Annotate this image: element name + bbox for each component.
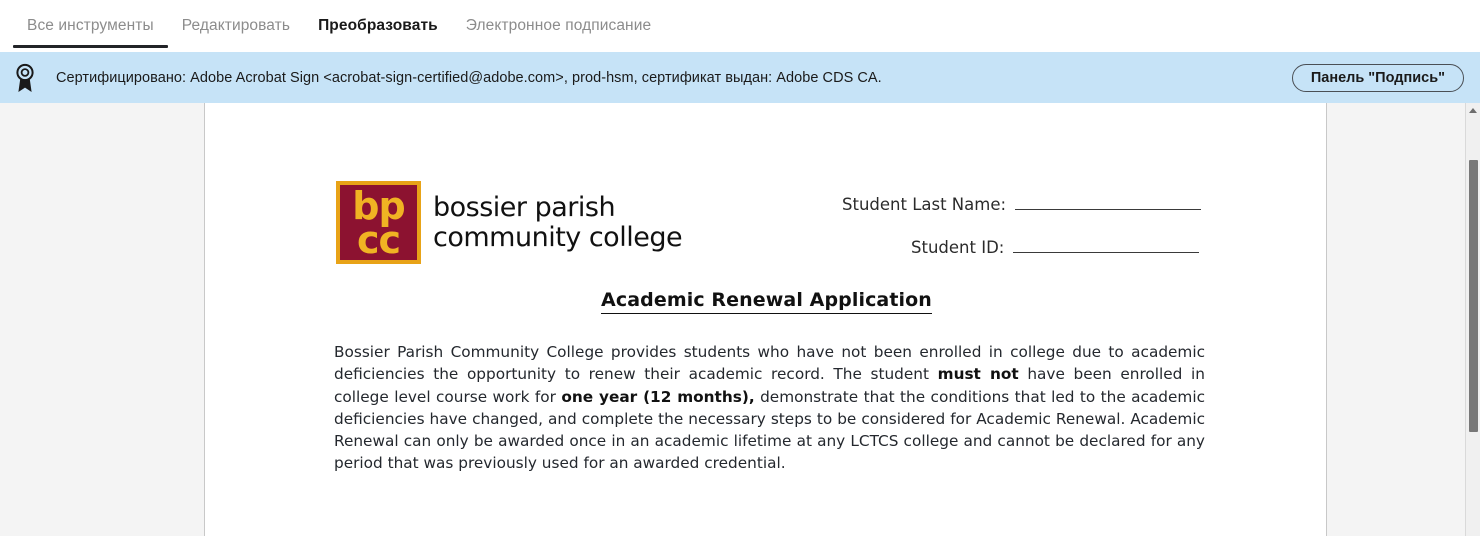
acrobat-reader-window: Все инструменты Редактировать Преобразов… (0, 0, 1480, 536)
signature-panel-button[interactable]: Панель "Подпись" (1291, 63, 1464, 92)
tab-convert[interactable]: Преобразовать (304, 0, 452, 52)
pdf-page-content: bp cc bossier parish community college S… (205, 103, 1328, 536)
pdf-page[interactable]: bp cc bossier parish community college S… (204, 103, 1327, 536)
bpcc-logo-mark-bottom: cc (356, 218, 401, 262)
tab-convert-label: Преобразовать (318, 17, 438, 34)
bpcc-logo-wordmark-line1: bossier parish (433, 191, 616, 223)
document-title: Academic Renewal Application (205, 289, 1328, 314)
tab-e-sign[interactable]: Электронное подписание (452, 0, 665, 52)
bpcc-logo: bp cc bossier parish community college (336, 181, 683, 264)
bpcc-logo-mark: bp cc (336, 181, 421, 264)
certificate-ribbon-icon (14, 63, 36, 93)
scroll-up-arrow-icon[interactable] (1466, 103, 1480, 117)
tab-e-sign-label: Электронное подписание (465, 17, 652, 34)
bpcc-logo-wordmark-line2: community college (433, 221, 683, 253)
field-student-last-name-line[interactable] (1015, 209, 1202, 210)
document-title-text: Academic Renewal Application (601, 289, 932, 314)
document-paragraph: Bossier Parish Community College provide… (334, 343, 1205, 473)
vertical-scrollbar[interactable] (1465, 103, 1480, 536)
tab-active-underline (13, 45, 168, 48)
field-student-id[interactable]: Student ID: (911, 238, 1200, 257)
certification-text: Сертифицировано: Adobe Acrobat Sign <acr… (56, 69, 882, 86)
tab-all-tools-label: Все инструменты (27, 17, 154, 34)
field-student-last-name[interactable]: Student Last Name: (842, 195, 1202, 214)
tab-edit[interactable]: Редактировать (168, 0, 304, 52)
caret-up-glyph (1469, 107, 1477, 113)
field-student-id-line[interactable] (1013, 252, 1200, 253)
field-student-id-label: Student ID: (911, 238, 1005, 257)
scroll-thumb[interactable] (1469, 160, 1478, 432)
document-work-area: bp cc bossier parish community college S… (0, 103, 1465, 536)
bpcc-logo-wordmark: bossier parish community college (433, 191, 683, 253)
tab-edit-label: Редактировать (181, 17, 291, 34)
certification-banner: Сертифицировано: Adobe Acrobat Sign <acr… (0, 52, 1480, 103)
field-student-last-name-label: Student Last Name: (842, 195, 1007, 214)
tab-all-tools[interactable]: Все инструменты (13, 0, 168, 52)
tool-tab-bar: Все инструменты Редактировать Преобразов… (0, 0, 1480, 52)
